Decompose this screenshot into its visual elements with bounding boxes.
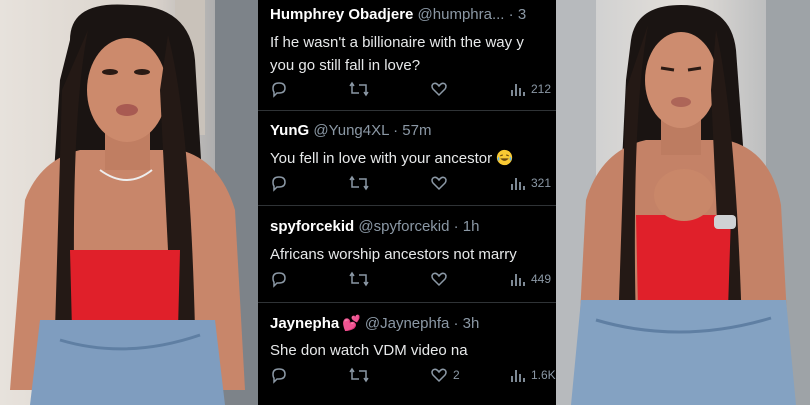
heart-icon bbox=[431, 368, 447, 383]
tweet-time: · 3h bbox=[453, 315, 480, 332]
tweet-feed: Humphrey Obadjere @humphra... · 3 If he … bbox=[258, 0, 556, 405]
like-button[interactable] bbox=[430, 172, 453, 194]
views-button[interactable]: 449 bbox=[510, 268, 551, 290]
view-count: 321 bbox=[531, 176, 552, 190]
heart-icon bbox=[431, 176, 447, 191]
divider bbox=[258, 205, 556, 206]
tweet-time: · 1h bbox=[453, 218, 480, 235]
retweet-icon bbox=[349, 175, 369, 191]
retweet-button[interactable] bbox=[348, 268, 370, 290]
view-count: 1.6K bbox=[531, 368, 556, 382]
tweet-actions: 212 bbox=[270, 78, 556, 100]
view-count: 449 bbox=[531, 272, 552, 286]
reply-icon bbox=[272, 272, 286, 288]
tweet-actions: 2 1.6K bbox=[270, 364, 556, 386]
view-count: 212 bbox=[531, 82, 552, 96]
reply-button[interactable] bbox=[270, 172, 288, 194]
reply-button[interactable] bbox=[270, 78, 288, 100]
author-name[interactable]: spyforcekid bbox=[270, 218, 354, 235]
reply-button[interactable] bbox=[270, 268, 288, 290]
tweet-actions: 449 bbox=[270, 268, 556, 290]
like-button[interactable]: 2 bbox=[430, 364, 460, 386]
tweet-text-content: You fell in love with your ancestor bbox=[270, 150, 493, 167]
views-button[interactable]: 212 bbox=[510, 78, 551, 100]
like-button[interactable] bbox=[430, 268, 453, 290]
author-handle[interactable]: @humphra... bbox=[418, 6, 505, 23]
heart-icon bbox=[431, 272, 447, 287]
tweet-time: · 3 bbox=[508, 6, 527, 23]
tweet-text: You fell in love with your ancestor bbox=[270, 147, 556, 170]
views-button[interactable]: 321 bbox=[510, 172, 551, 194]
views-icon bbox=[511, 274, 525, 286]
right-photo bbox=[556, 0, 810, 405]
views-button[interactable]: 1.6K bbox=[510, 364, 556, 386]
retweet-button[interactable] bbox=[348, 78, 370, 100]
author-handle[interactable]: @Yung4XL bbox=[313, 122, 389, 139]
retweet-icon bbox=[349, 367, 369, 383]
like-button[interactable] bbox=[430, 78, 453, 100]
tweet-actions: 321 bbox=[270, 172, 556, 194]
reply-icon bbox=[272, 176, 286, 192]
two-hearts-emoji: 💕 bbox=[342, 315, 361, 332]
author-name[interactable]: Jaynepha bbox=[270, 315, 339, 332]
divider bbox=[258, 302, 556, 303]
laughing-tears-emoji bbox=[496, 149, 513, 166]
author-name[interactable]: Humphrey Obadjere bbox=[270, 6, 413, 23]
views-icon bbox=[511, 370, 525, 382]
tweet-time: · 57m bbox=[393, 122, 432, 139]
retweet-icon bbox=[349, 81, 369, 97]
tweet-text: Africans worship ancestors not marry bbox=[270, 246, 517, 263]
left-photo bbox=[0, 0, 258, 405]
tweet-text: If he wasn't a billionaire with the way … bbox=[270, 34, 524, 74]
like-count: 2 bbox=[453, 368, 460, 382]
retweet-icon bbox=[349, 271, 369, 287]
retweet-button[interactable] bbox=[348, 172, 370, 194]
tweet-text: She don watch VDM video na bbox=[270, 342, 468, 359]
reply-icon bbox=[272, 368, 286, 384]
views-icon bbox=[511, 84, 525, 96]
author-handle[interactable]: @spyforcekid bbox=[358, 218, 449, 235]
reply-icon bbox=[272, 82, 286, 98]
views-icon bbox=[511, 178, 525, 190]
author-name[interactable]: YunG bbox=[270, 122, 309, 139]
heart-icon bbox=[431, 82, 447, 97]
reply-button[interactable] bbox=[270, 364, 288, 386]
divider bbox=[258, 110, 556, 111]
author-handle[interactable]: @Jaynephfa bbox=[365, 315, 449, 332]
retweet-button[interactable] bbox=[348, 364, 370, 386]
